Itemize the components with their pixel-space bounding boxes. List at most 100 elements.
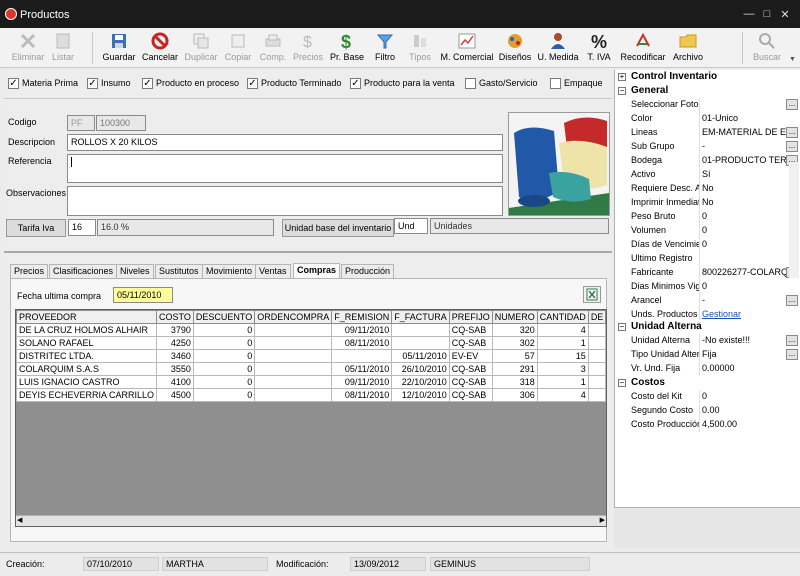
disenos-button[interactable]: Diseños <box>497 30 533 66</box>
grid-cell[interactable] <box>254 336 333 350</box>
collapse-icon[interactable]: − <box>618 323 626 331</box>
grid-cell[interactable]: 3 <box>536 362 589 376</box>
grid-cell[interactable]: 0 <box>192 375 256 389</box>
grid-cell[interactable]: DE LA CRUZ HOLMOS ALHAIR <box>16 323 158 337</box>
gasto-servicio-checkbox[interactable]: Gasto/Servicio <box>465 78 538 90</box>
grid-cell[interactable]: EV-EV <box>448 349 493 363</box>
tab-niveles[interactable]: Niveles <box>116 264 154 278</box>
category-general[interactable]: − General <box>615 84 800 98</box>
grid-cell[interactable] <box>587 323 606 337</box>
grid-cell[interactable]: 0 <box>192 388 256 402</box>
grid-column-header[interactable]: DESCUENTO <box>192 310 256 324</box>
property-value[interactable]: No <box>702 197 786 207</box>
table-row[interactable]: LUIS IGNACIO CASTRO 4100 0 09/11/2010 22/10/… <box>16 375 606 389</box>
grid-cell[interactable]: CQ-SAB <box>448 362 493 376</box>
grid-cell[interactable]: CQ-SAB <box>448 323 493 337</box>
property-row[interactable]: Sub Grupo -... <box>615 140 800 154</box>
property-row[interactable]: Costo del Kit 0 <box>615 390 800 404</box>
property-value[interactable]: 0 <box>702 211 786 221</box>
category-control-inventario[interactable]: + Control Inventario <box>615 70 800 84</box>
ellipsis-button[interactable]: ... <box>786 141 798 152</box>
grid-cell[interactable]: CQ-SAB <box>448 388 493 402</box>
grid-cell[interactable]: 3790 <box>156 323 194 337</box>
grid-cell[interactable] <box>254 323 333 337</box>
grid-cell[interactable]: CQ-SAB <box>448 336 493 350</box>
fecha-ultima-compra-field[interactable]: 05/11/2010 <box>113 287 173 303</box>
archivo-button[interactable]: Archivo <box>670 30 706 66</box>
grid-cell[interactable]: 306 <box>491 388 538 402</box>
grid-cell[interactable] <box>254 362 333 376</box>
tab-compras[interactable]: Compras <box>293 263 341 279</box>
property-row[interactable]: Bodega 01-PRODUCTO TER... <box>615 154 800 168</box>
ellipsis-button[interactable]: ... <box>786 127 798 138</box>
minimize-button[interactable]: — <box>740 8 758 20</box>
property-row[interactable]: Dias Minimos Vig 0 <box>615 280 800 294</box>
table-row[interactable]: DE LA CRUZ HOLMOS ALHAIR 3790 0 09/11/2010 C… <box>16 323 606 337</box>
grid-column-header[interactable]: COSTO <box>156 310 194 324</box>
codigo-prefix-field[interactable]: PF <box>67 115 95 131</box>
listar-button[interactable]: Listar <box>46 30 80 66</box>
property-value[interactable]: 0 <box>702 225 786 235</box>
property-value[interactable]: - <box>702 295 786 305</box>
guardar-button[interactable]: Guardar <box>100 30 138 66</box>
grid-cell[interactable] <box>587 362 606 376</box>
grid-cell[interactable]: 3460 <box>156 349 194 363</box>
grid-cell[interactable]: 09/11/2010 <box>331 323 393 337</box>
property-row[interactable]: Arancel -... <box>615 294 800 308</box>
grid-cell[interactable]: 57 <box>491 349 538 363</box>
grid-cell[interactable]: 3550 <box>156 362 194 376</box>
property-row[interactable]: Lineas EM-MATERIAL DE E... <box>615 126 800 140</box>
grid-column-header[interactable]: CANTIDAD <box>536 310 589 324</box>
grid-cell[interactable]: 08/11/2010 <box>331 336 393 350</box>
producto-venta-checkbox[interactable]: ✓ Producto para la venta <box>350 78 455 90</box>
property-value[interactable]: EM-MATERIAL DE E <box>702 127 786 137</box>
ellipsis-button[interactable]: ... <box>786 99 798 110</box>
grid-cell[interactable]: 0 <box>192 336 256 350</box>
u-medida-button[interactable]: U. Medida <box>536 30 580 66</box>
property-row[interactable]: Activo Sí <box>615 168 800 182</box>
grid-cell[interactable] <box>254 388 333 402</box>
grid-column-header[interactable]: ORDENCOMPRA <box>254 310 333 324</box>
property-value[interactable]: 0 <box>702 239 786 249</box>
category-unidad-alterna[interactable]: − Unidad Alterna <box>615 320 800 334</box>
grid-cell[interactable]: SOLANO RAFAEL <box>16 336 158 350</box>
copiar-button[interactable]: Copiar <box>222 30 254 66</box>
property-row[interactable]: Fabricante800226277-COLARQ... <box>615 266 800 280</box>
grid-cell[interactable]: 291 <box>491 362 538 376</box>
grid-cell[interactable] <box>587 336 606 350</box>
grid-cell[interactable]: 05/11/2010 <box>331 362 393 376</box>
collapse-icon[interactable]: − <box>618 87 626 95</box>
property-row[interactable]: Vr. Und. Fija 0.00000 <box>615 362 800 376</box>
grid-cell[interactable]: CQ-SAB <box>448 375 493 389</box>
property-row[interactable]: Volumen 0 <box>615 224 800 238</box>
grid-column-header[interactable]: PROVEEDOR <box>16 310 158 324</box>
grid-cell[interactable] <box>391 336 450 350</box>
grid-cell[interactable] <box>254 349 333 363</box>
insumo-checkbox[interactable]: ✓ Insumo <box>87 78 131 90</box>
grid-cell[interactable]: 4500 <box>156 388 194 402</box>
property-scrollbar[interactable] <box>789 162 799 278</box>
grid-cell[interactable]: 1 <box>536 375 589 389</box>
tab-precios[interactable]: Precios <box>10 264 49 278</box>
toolbar-overflow-icon[interactable]: ▼ <box>789 56 796 63</box>
ellipsis-button[interactable]: ... <box>786 335 798 346</box>
precios-button[interactable]: $ Precios <box>292 30 324 66</box>
grid-cell[interactable]: 05/11/2010 <box>391 349 450 363</box>
grid-cell[interactable] <box>331 349 393 363</box>
buscar-button[interactable]: Buscar <box>750 30 784 66</box>
property-value[interactable]: -No existe!!! <box>702 335 786 345</box>
property-value[interactable]: - <box>702 141 786 151</box>
grid-cell[interactable]: 4100 <box>156 375 194 389</box>
property-row[interactable]: Peso Bruto 0 <box>615 210 800 224</box>
tab-sustitutos[interactable]: Sustitutos <box>155 264 203 278</box>
property-row[interactable]: Imprimir Inmediat No <box>615 196 800 210</box>
eliminar-button[interactable]: Eliminar <box>10 30 46 66</box>
grid-cell[interactable]: DISTRITEC LTDA. <box>16 349 158 363</box>
grid-cell[interactable] <box>254 375 333 389</box>
duplicar-button[interactable]: Duplicar <box>183 30 219 66</box>
unidad-base-button[interactable]: Unidad base del inventario <box>282 219 394 237</box>
property-value[interactable]: 0 <box>702 281 786 291</box>
property-row[interactable]: Ultimo Registro <box>615 252 800 266</box>
collapse-icon[interactable]: − <box>618 379 626 387</box>
table-row[interactable]: SOLANO RAFAEL 4250 0 08/11/2010 CQ-SAB 302 1 <box>16 336 606 350</box>
